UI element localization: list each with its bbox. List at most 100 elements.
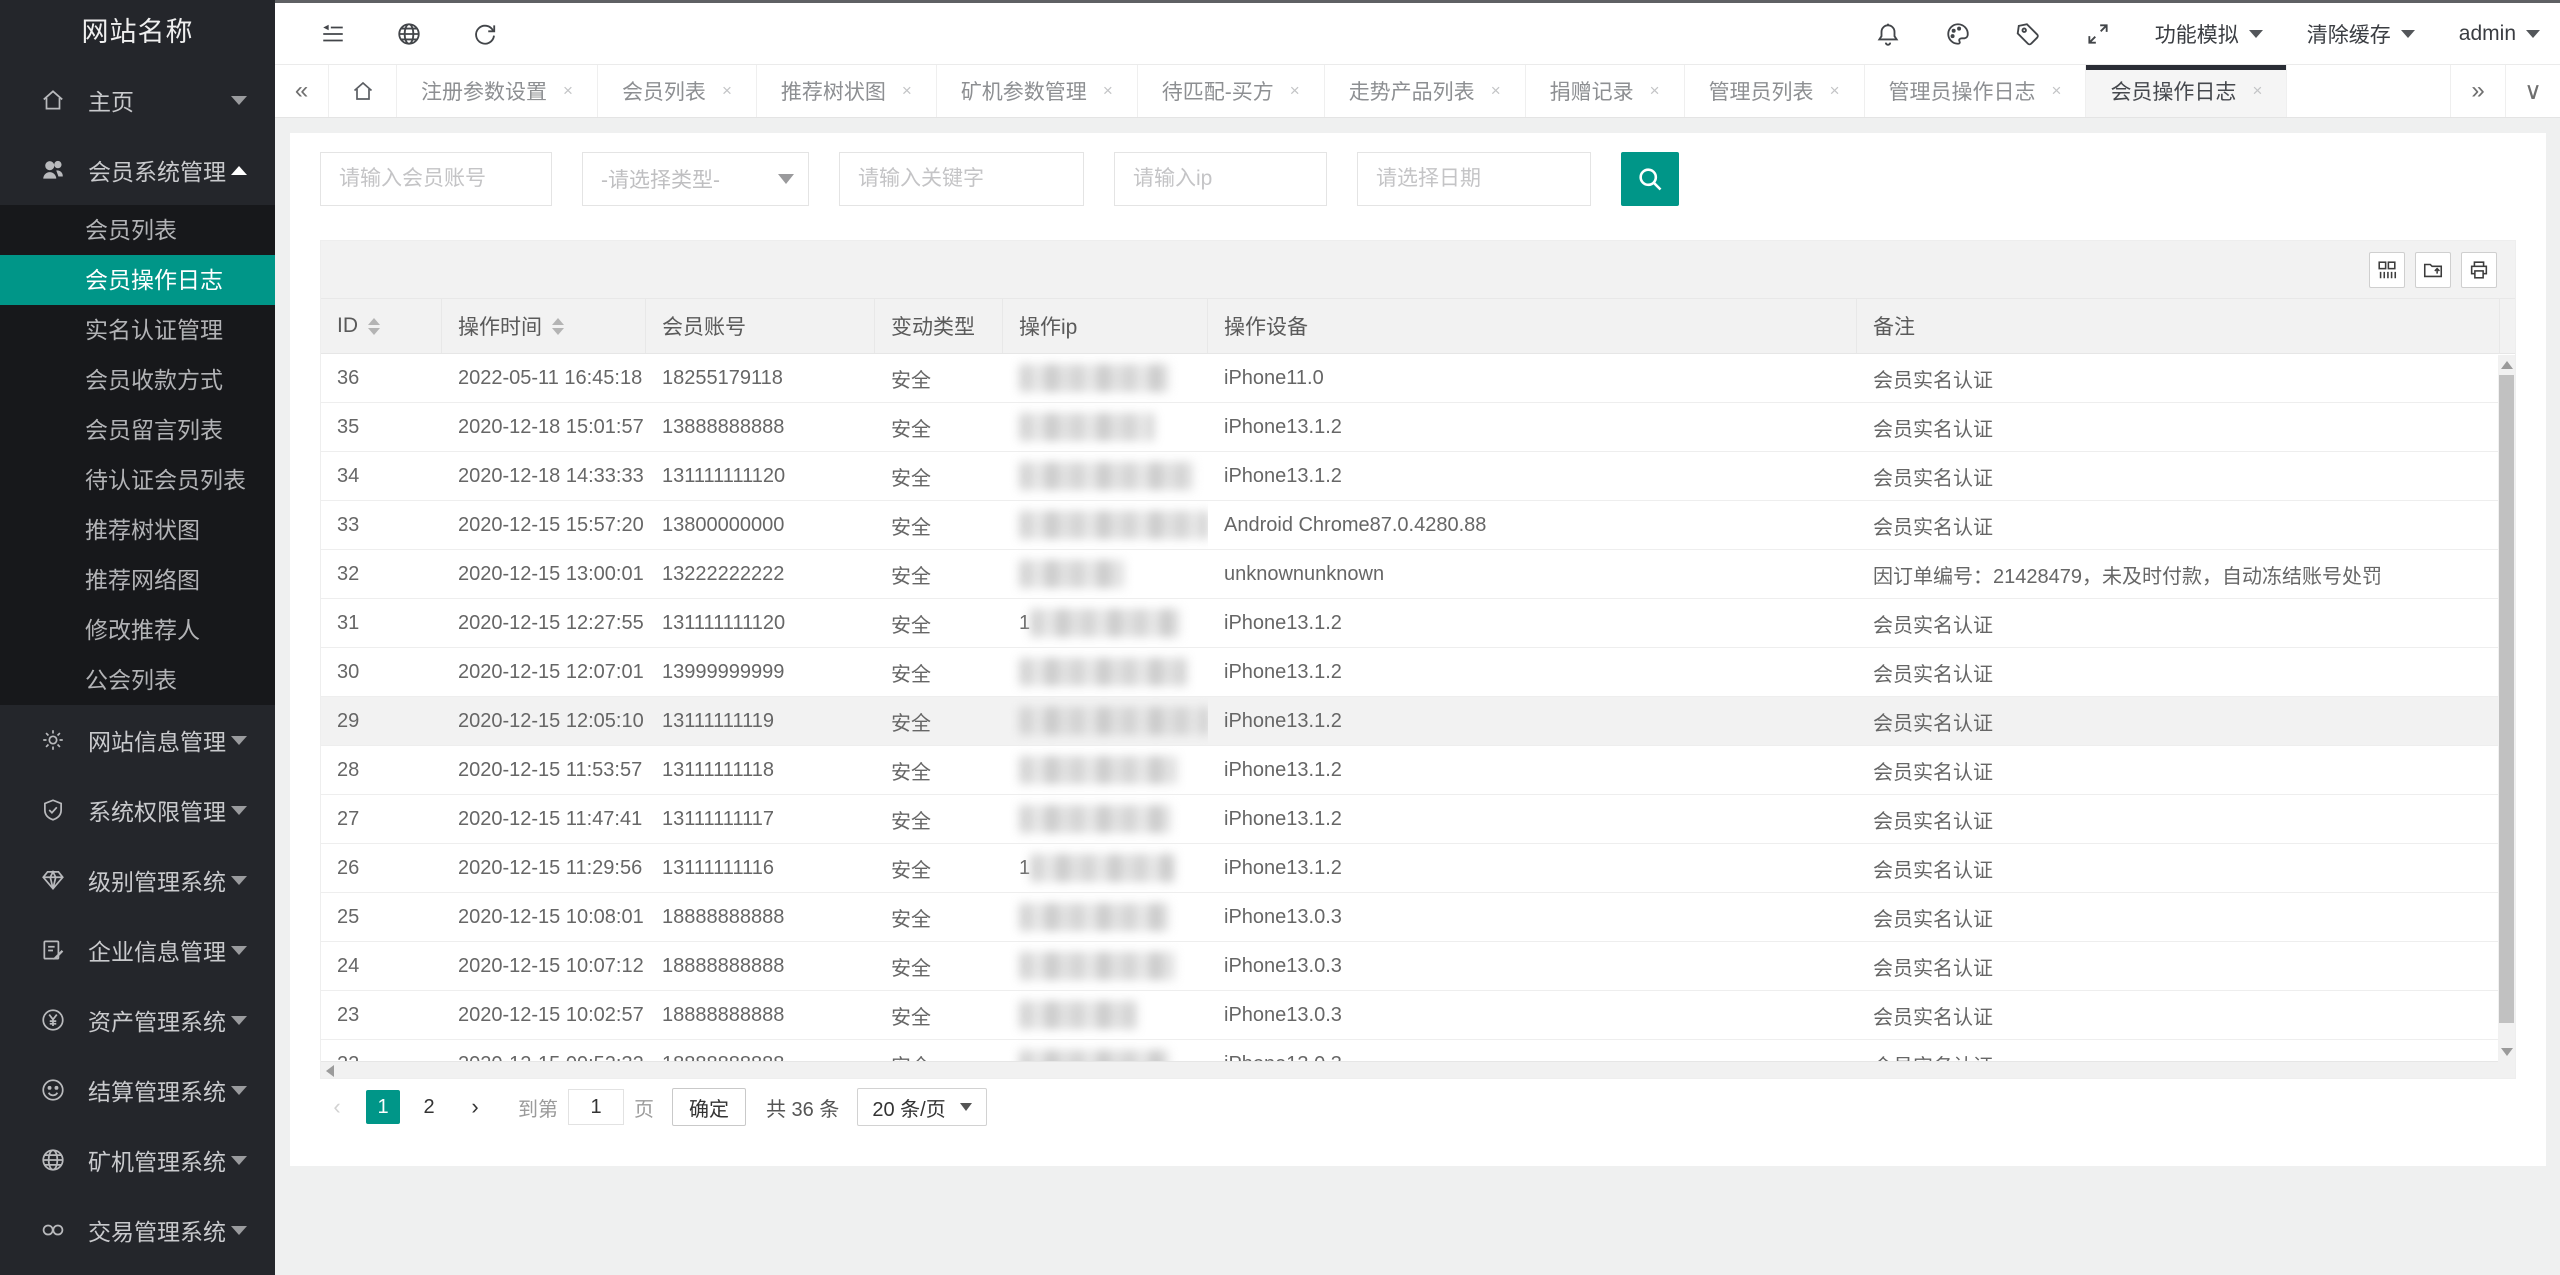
table-row[interactable]: 222020-12-15 09:52:3218888888888安全iPhone…	[321, 1040, 2515, 1061]
tabs-scroll-left-button[interactable]: «	[275, 65, 329, 117]
menu-clear-cache[interactable]: 清除缓存	[2307, 19, 2415, 49]
column-header-操作时间[interactable]: 操作时间	[442, 299, 646, 353]
close-icon[interactable]: ×	[1491, 81, 1501, 101]
table-row[interactable]: 312020-12-15 12:27:55131111111120安全1iPho…	[321, 599, 2515, 648]
bell-icon[interactable]	[1875, 21, 1901, 47]
tab-走势产品列表[interactable]: 走势产品列表×	[1325, 65, 1526, 117]
sidebar-subitem-推荐网络图[interactable]: 推荐网络图	[0, 555, 275, 605]
keyword-input[interactable]	[839, 152, 1084, 206]
print-button[interactable]	[2461, 252, 2497, 288]
column-header-ID[interactable]: ID	[321, 299, 442, 353]
sidebar-subitem-实名认证管理[interactable]: 实名认证管理	[0, 305, 275, 355]
tab-注册参数设置[interactable]: 注册参数设置×	[397, 65, 598, 117]
close-icon[interactable]: ×	[902, 81, 912, 101]
member-account-input[interactable]	[320, 152, 552, 206]
goto-page-input[interactable]	[568, 1089, 624, 1125]
table-row[interactable]: 292020-12-15 12:05:1013111111119安全iPhone…	[321, 697, 2515, 746]
table-row[interactable]: 272020-12-15 11:47:4113111111117安全iPhone…	[321, 795, 2515, 844]
table-row[interactable]: 252020-12-15 10:08:0118888888888安全iPhone…	[321, 893, 2515, 942]
scroll-up-arrow-icon[interactable]	[2501, 361, 2513, 369]
sidebar-subitem-会员列表[interactable]: 会员列表	[0, 205, 275, 255]
search-button[interactable]	[1621, 152, 1679, 206]
menu-function-simulate[interactable]: 功能模拟	[2155, 19, 2263, 49]
collapse-menu-icon[interactable]	[320, 21, 346, 47]
close-icon[interactable]: ×	[1830, 81, 1840, 101]
tab-捐赠记录[interactable]: 捐赠记录×	[1526, 65, 1685, 117]
sidebar-item-结算管理系统[interactable]: 结算管理系统	[0, 1055, 275, 1125]
sidebar-subitem-推荐树状图[interactable]: 推荐树状图	[0, 505, 275, 555]
tab-待匹配-买方[interactable]: 待匹配-买方×	[1138, 65, 1325, 117]
tab-会员列表[interactable]: 会员列表×	[598, 65, 757, 117]
close-icon[interactable]: ×	[563, 81, 573, 101]
tab-管理员操作日志[interactable]: 管理员操作日志×	[1865, 65, 2087, 117]
prev-page-button[interactable]: ‹	[320, 1090, 354, 1124]
cell-ip	[1003, 550, 1208, 598]
tab-推荐树状图[interactable]: 推荐树状图×	[757, 65, 937, 117]
sidebar-item-资产管理系统[interactable]: 资产管理系统	[0, 985, 275, 1055]
table-row[interactable]: 352020-12-18 15:01:5713888888888安全iPhone…	[321, 403, 2515, 452]
scrollbar-thumb[interactable]	[2499, 375, 2514, 1023]
sidebar-item-主页[interactable]: 主页	[0, 65, 275, 135]
type-select[interactable]: -请选择类型-	[582, 152, 809, 206]
export-button[interactable]	[2415, 252, 2451, 288]
table-row[interactable]: 242020-12-15 10:07:1218888888888安全iPhone…	[321, 942, 2515, 991]
close-icon[interactable]: ×	[1290, 81, 1300, 101]
sidebar-item-矿机管理系统[interactable]: 矿机管理系统	[0, 1125, 275, 1195]
sort-icon[interactable]	[552, 318, 564, 335]
tabs-dropdown-button[interactable]: ∨	[2505, 65, 2560, 117]
next-page-button[interactable]: ›	[458, 1090, 492, 1124]
chevron-down-icon	[231, 1086, 247, 1095]
table-row[interactable]: 342020-12-18 14:33:33131111111120安全iPhon…	[321, 452, 2515, 501]
date-input[interactable]	[1357, 152, 1591, 206]
vertical-scrollbar[interactable]	[2498, 355, 2515, 1062]
sort-icon[interactable]	[368, 318, 380, 335]
sidebar-subitem-会员留言列表[interactable]: 会员留言列表	[0, 405, 275, 455]
menu-admin[interactable]: admin	[2459, 22, 2540, 46]
tab-会员操作日志[interactable]: 会员操作日志×	[2086, 65, 2287, 117]
table-row[interactable]: 282020-12-15 11:53:5713111111118安全iPhone…	[321, 746, 2515, 795]
ip-input[interactable]	[1114, 152, 1327, 206]
scroll-down-arrow-icon[interactable]	[2501, 1048, 2513, 1056]
page-size-select[interactable]: 20 条/页	[857, 1088, 986, 1126]
sidebar-item-交易管理系统[interactable]: 交易管理系统	[0, 1195, 275, 1265]
sidebar-subitem-会员操作日志[interactable]: 会员操作日志	[0, 255, 275, 305]
chevron-down-icon	[778, 174, 794, 184]
toggle-columns-button[interactable]	[2369, 252, 2405, 288]
tab-矿机参数管理[interactable]: 矿机参数管理×	[937, 65, 1138, 117]
cell-ip	[1003, 942, 1208, 990]
fullscreen-icon[interactable]	[2085, 21, 2111, 47]
page-button-1[interactable]: 1	[366, 1090, 400, 1124]
table-row[interactable]: 322020-12-15 13:00:0113222222222安全unknow…	[321, 550, 2515, 599]
sidebar-subitem-会员收款方式[interactable]: 会员收款方式	[0, 355, 275, 405]
table-row[interactable]: 332020-12-15 15:57:2013800000000安全Androi…	[321, 501, 2515, 550]
table-row[interactable]: 362022-05-11 16:45:1818255179118安全iPhone…	[321, 354, 2515, 403]
sidebar-subitem-修改推荐人[interactable]: 修改推荐人	[0, 605, 275, 655]
tabs-scroll-right-button[interactable]: »	[2450, 65, 2505, 117]
table-row[interactable]: 302020-12-15 12:07:0113999999999安全iPhone…	[321, 648, 2515, 697]
scroll-left-arrow-icon[interactable]	[326, 1065, 334, 1077]
tab-管理员列表[interactable]: 管理员列表×	[1685, 65, 1865, 117]
sidebar-item-会员系统管理[interactable]: 会员系统管理	[0, 135, 275, 205]
tab-home[interactable]	[329, 65, 397, 117]
sidebar-item-企业信息管理[interactable]: 企业信息管理	[0, 915, 275, 985]
sidebar-subitem-待认证会员列表[interactable]: 待认证会员列表	[0, 455, 275, 505]
globe-icon[interactable]	[396, 21, 422, 47]
close-icon[interactable]: ×	[1103, 81, 1113, 101]
table-row[interactable]: 232020-12-15 10:02:5718888888888安全iPhone…	[321, 991, 2515, 1040]
tag-icon[interactable]	[2015, 21, 2041, 47]
sidebar-item-系统权限管理[interactable]: 系统权限管理	[0, 775, 275, 845]
close-icon[interactable]: ×	[2252, 81, 2262, 101]
close-icon[interactable]: ×	[722, 81, 732, 101]
close-icon[interactable]: ×	[2052, 81, 2062, 101]
cell-type: 安全	[875, 942, 1003, 990]
confirm-button[interactable]: 确定	[672, 1088, 746, 1126]
refresh-icon[interactable]	[472, 21, 498, 47]
sidebar-item-级别管理系统[interactable]: 级别管理系统	[0, 845, 275, 915]
table-row[interactable]: 262020-12-15 11:29:5613111111116安全1iPhon…	[321, 844, 2515, 893]
palette-icon[interactable]	[1945, 21, 1971, 47]
close-icon[interactable]: ×	[1650, 81, 1660, 101]
sidebar-item-网站信息管理[interactable]: 网站信息管理	[0, 705, 275, 775]
horizontal-scrollbar[interactable]	[321, 1061, 2515, 1078]
page-button-2[interactable]: 2	[412, 1090, 446, 1124]
sidebar-subitem-公会列表[interactable]: 公会列表	[0, 655, 275, 705]
